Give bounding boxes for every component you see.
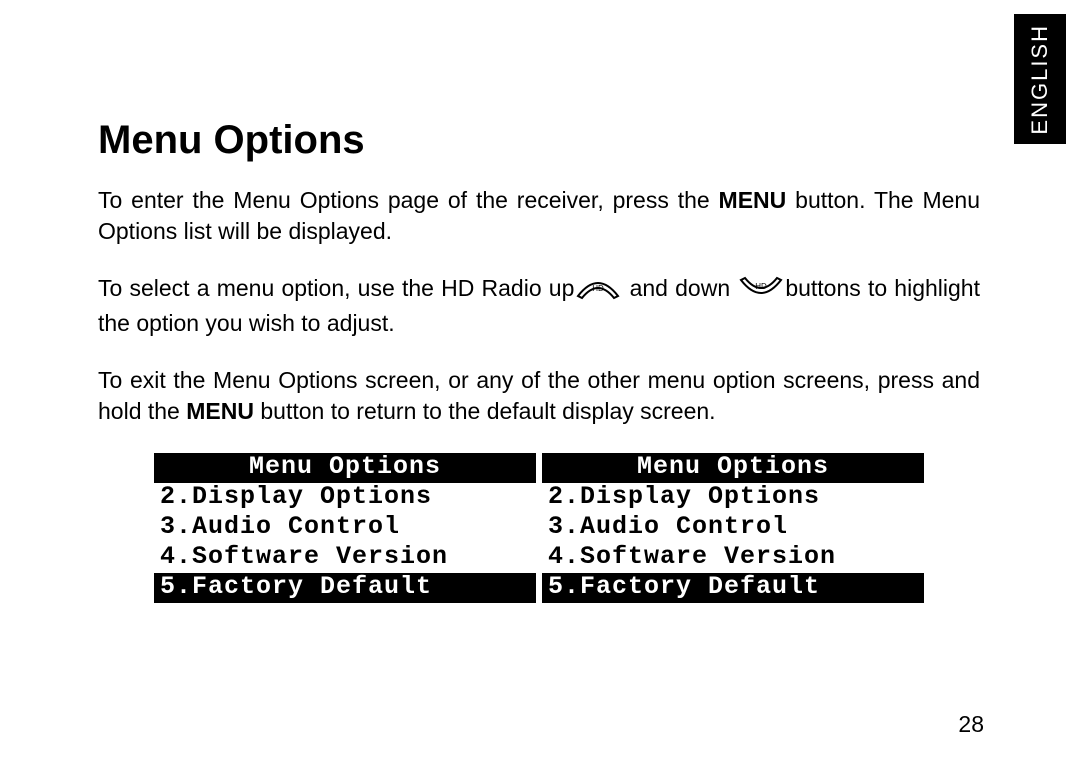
paragraph-1: To enter the Menu Options page of the re… — [98, 185, 980, 247]
page-content: Menu Options To enter the Menu Options p… — [98, 118, 980, 603]
lcd-screen-right: Menu Options 2.Display Options 3.Audio C… — [542, 453, 924, 603]
lcd-left-row-1: 2.Display Options — [154, 483, 536, 513]
p2-pre: To select a menu option, use the HD Radi… — [98, 275, 574, 301]
p1-bold: MENU — [719, 187, 787, 213]
lcd-right-header: Menu Options — [542, 453, 924, 483]
lcd-left-header: Menu Options — [154, 453, 536, 483]
paragraph-3: To exit the Menu Options screen, or any … — [98, 365, 980, 427]
lcd-right-row-4: 5.Factory Default — [542, 573, 924, 603]
language-tab: ENGLISH — [1014, 14, 1066, 144]
hd-up-icon: HD — [574, 276, 622, 308]
lcd-left-row-2: 3.Audio Control — [154, 513, 536, 543]
lcd-right-row-3: 4.Software Version — [542, 543, 924, 573]
paragraph-2: To select a menu option, use the HD Radi… — [98, 273, 980, 339]
lcd-right-row-1: 2.Display Options — [542, 483, 924, 513]
p3-bold: MENU — [186, 398, 254, 424]
page-title: Menu Options — [98, 118, 980, 163]
page-number: 28 — [958, 711, 984, 738]
lcd-right-row-2: 3.Audio Control — [542, 513, 924, 543]
p1-pre: To enter the Menu Options page of the re… — [98, 187, 719, 213]
p3-post: button to return to the default display … — [254, 398, 716, 424]
p2-mid: and down — [622, 275, 737, 301]
svg-text:HD: HD — [593, 284, 605, 293]
svg-text:HD: HD — [756, 282, 768, 291]
language-tab-label: ENGLISH — [1027, 24, 1053, 135]
hd-down-icon: HD — [737, 276, 785, 308]
manual-page: ENGLISH Menu Options To enter the Menu O… — [0, 0, 1080, 778]
lcd-screen-left: Menu Options 2.Display Options 3.Audio C… — [154, 453, 536, 603]
lcd-left-row-3: 4.Software Version — [154, 543, 536, 573]
lcd-screens-row: Menu Options 2.Display Options 3.Audio C… — [98, 453, 980, 603]
lcd-left-row-4: 5.Factory Default — [154, 573, 536, 603]
